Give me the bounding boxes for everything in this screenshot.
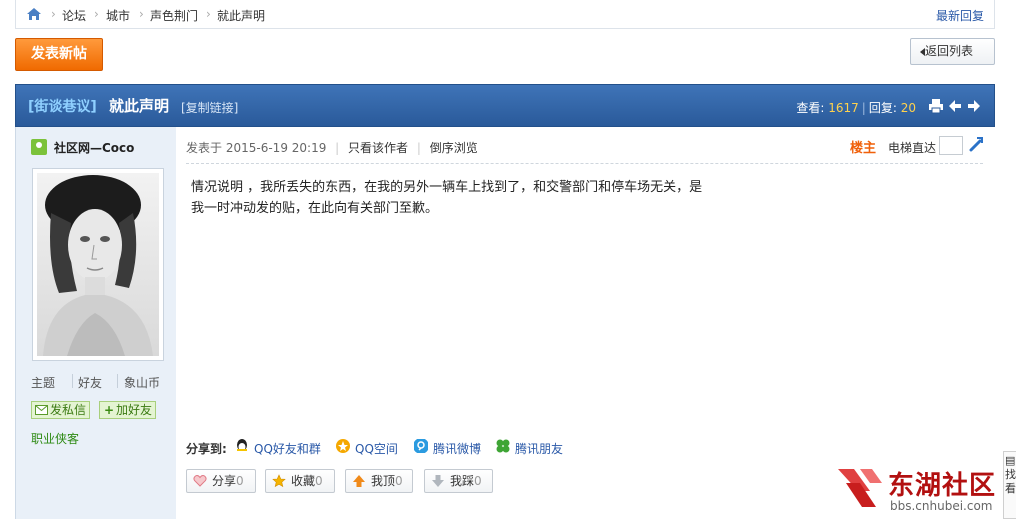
send-message-button[interactable]: 发私信 [31, 401, 91, 419]
share-label: 分享到: [186, 442, 227, 456]
share-button[interactable]: 分享0 [186, 469, 256, 493]
post-content-area: 发表于 2015-6-19 20:19 | 只看该作者 | 倒序浏览 楼主 电梯… [176, 127, 995, 519]
floor-label: 楼主 [850, 141, 877, 156]
author-sidebar: 社区网—Coco 主题 好友 象山币 发私信 + 加好友 职业侠客 [15, 127, 176, 519]
favorite-count: 0 [315, 474, 323, 488]
reverse-order-link[interactable]: 倒序浏览 [430, 141, 478, 155]
envelope-icon [35, 405, 48, 415]
copy-link-button[interactable]: [复制链接] [181, 99, 238, 116]
thread-stats: 查看: 1617 | 回复: 20 [796, 101, 916, 115]
send-message-label: 发私信 [50, 403, 87, 417]
donghu-logo-icon [838, 469, 882, 507]
qq-icon [237, 439, 247, 451]
jump-go-icon[interactable] [968, 136, 984, 152]
thread-header: [街谈巷议] 就此声明 [复制链接] 查看: 1617 | 回复: 20 [15, 84, 995, 127]
star-icon [272, 474, 286, 488]
avatar-image [37, 173, 159, 356]
new-post-button[interactable]: 发表新帖 [15, 38, 103, 71]
breadcrumb: › 论坛 › 城市 › 声色荆门 › 就此声明 最新回复 [15, 0, 995, 29]
favorite-button-label: 收藏 [291, 474, 316, 488]
author-name[interactable]: 社区网—Coco [54, 139, 134, 156]
only-author-link[interactable]: 只看该作者 [348, 141, 408, 155]
author-stat-coins[interactable]: 象山币 [124, 374, 160, 391]
home-icon[interactable] [26, 7, 42, 21]
avatar[interactable] [32, 168, 164, 361]
next-thread-icon[interactable] [966, 98, 982, 114]
author-stat-topics[interactable]: 主题 [31, 374, 55, 391]
views-count: 1617 [828, 101, 859, 115]
share-tencent-weibo-label: 腾讯微博 [433, 442, 482, 456]
breadcrumb-item-thread[interactable]: 就此声明 [217, 7, 265, 24]
post-body: 情况说明 ，我所丢失的东西，在我的另外一辆车上找到了，和交警部门和停车场无关，是… [191, 180, 703, 216]
thread-title: 就此声明 [109, 97, 170, 115]
replies-count: 20 [900, 101, 916, 115]
latest-reply-link[interactable]: 最新回复 [936, 7, 984, 24]
upvote-count: 0 [395, 474, 403, 488]
jump-to-floor-label: 电梯直达 [888, 141, 937, 155]
posted-prefix: 发表于 [186, 141, 223, 155]
share-tencent-friends-label: 腾讯朋友 [515, 442, 564, 456]
breadcrumb-item-board[interactable]: 声色荆门 [150, 7, 198, 24]
back-to-list-label: 返回列表 [925, 44, 974, 58]
author-rank[interactable]: 职业侠客 [31, 430, 79, 447]
downvote-button[interactable]: 我踩0 [424, 469, 493, 493]
previous-thread-icon[interactable] [947, 98, 963, 114]
plus-icon: + [104, 403, 115, 417]
site-watermark: 东湖社区 bbs.cnhubei.com [836, 463, 1008, 519]
downvote-count: 0 [474, 474, 482, 488]
favorite-button[interactable]: 收藏0 [265, 469, 335, 493]
thread-category[interactable]: [街谈巷议] [28, 96, 97, 116]
arrow-left-icon [920, 48, 925, 56]
stat-divider [117, 374, 118, 388]
add-friend-button[interactable]: + 加好友 [99, 401, 157, 419]
views-label: 查看: [796, 101, 825, 115]
share-button-label: 分享 [212, 474, 237, 488]
print-icon[interactable] [928, 98, 944, 114]
qzone-icon [336, 439, 350, 453]
side-float-char: 找 [1005, 468, 1016, 481]
meta-divider [186, 163, 983, 164]
jump-to-floor-input[interactable] [939, 136, 963, 155]
side-float-tab[interactable]: ▤ 找 看 [1003, 451, 1016, 519]
watermark-url: bbs.cnhubei.com [890, 499, 993, 513]
breadcrumb-separator: › [94, 7, 99, 21]
author-stat-friends[interactable]: 好友 [78, 374, 102, 391]
heart-icon [193, 475, 207, 487]
side-float-icon: ▤ [1005, 454, 1016, 467]
tencent-friends-icon [496, 439, 510, 453]
upvote-button[interactable]: 我顶0 [345, 469, 413, 493]
replies-label: 回复: [868, 101, 897, 115]
downvote-button-label: 我踩 [450, 474, 475, 488]
add-friend-label: 加好友 [116, 403, 153, 417]
breadcrumb-item-forum[interactable]: 论坛 [62, 7, 86, 24]
breadcrumb-separator: › [139, 7, 144, 21]
stat-divider [72, 374, 73, 388]
side-float-char: 看 [1005, 482, 1016, 495]
posted-time: 2015-6-19 20:19 [225, 141, 327, 155]
share-count: 0 [236, 474, 244, 488]
watermark-title: 东湖社区 [888, 471, 997, 501]
share-qq-friends-label: QQ好友和群 [254, 442, 321, 456]
back-to-list-button[interactable]: 返回列表 [910, 38, 995, 65]
arrow-up-icon [353, 475, 365, 487]
upvote-button-label: 我顶 [371, 474, 396, 488]
breadcrumb-separator: › [206, 7, 211, 21]
post-meta: 发表于 2015-6-19 20:19 | 只看该作者 | 倒序浏览 [186, 141, 478, 155]
breadcrumb-item-city[interactable]: 城市 [106, 7, 130, 24]
user-icon [31, 139, 47, 155]
breadcrumb-separator: › [51, 7, 56, 21]
share-qzone-label: QQ空间 [355, 442, 398, 456]
arrow-down-icon [432, 475, 444, 487]
tencent-weibo-icon [414, 439, 428, 453]
